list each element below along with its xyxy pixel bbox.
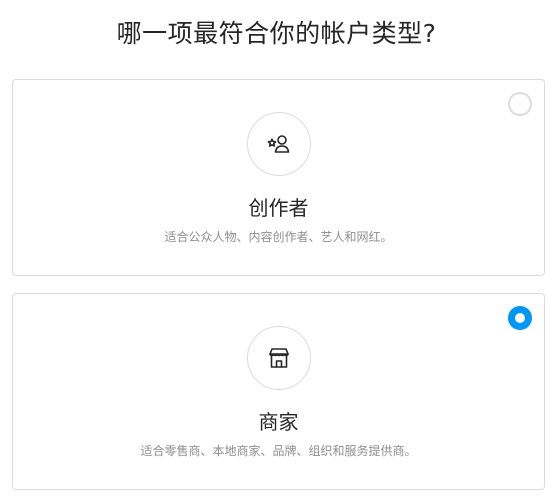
creator-icon-circle: [246, 112, 311, 176]
creator-star-person-icon: [266, 131, 292, 157]
business-icon-circle: [246, 326, 311, 390]
business-description: 适合零售商、本地商家、品牌、组织和服务提供商。: [140, 444, 417, 458]
creator-title: 创作者: [248, 196, 309, 220]
radio-business[interactable]: [508, 306, 532, 330]
page-title: 哪一项最符合你的帐户类型?: [116, 19, 437, 48]
radio-creator[interactable]: [508, 92, 532, 116]
account-type-option-creator[interactable]: 创作者 适合公众人物、内容创作者、艺人和网红。: [12, 79, 545, 276]
storefront-icon: [266, 345, 292, 371]
creator-description: 适合公众人物、内容创作者、艺人和网红。: [164, 230, 393, 244]
account-type-option-business[interactable]: 商家 适合零售商、本地商家、品牌、组织和服务提供商。: [12, 293, 545, 490]
business-title: 商家: [258, 410, 299, 434]
